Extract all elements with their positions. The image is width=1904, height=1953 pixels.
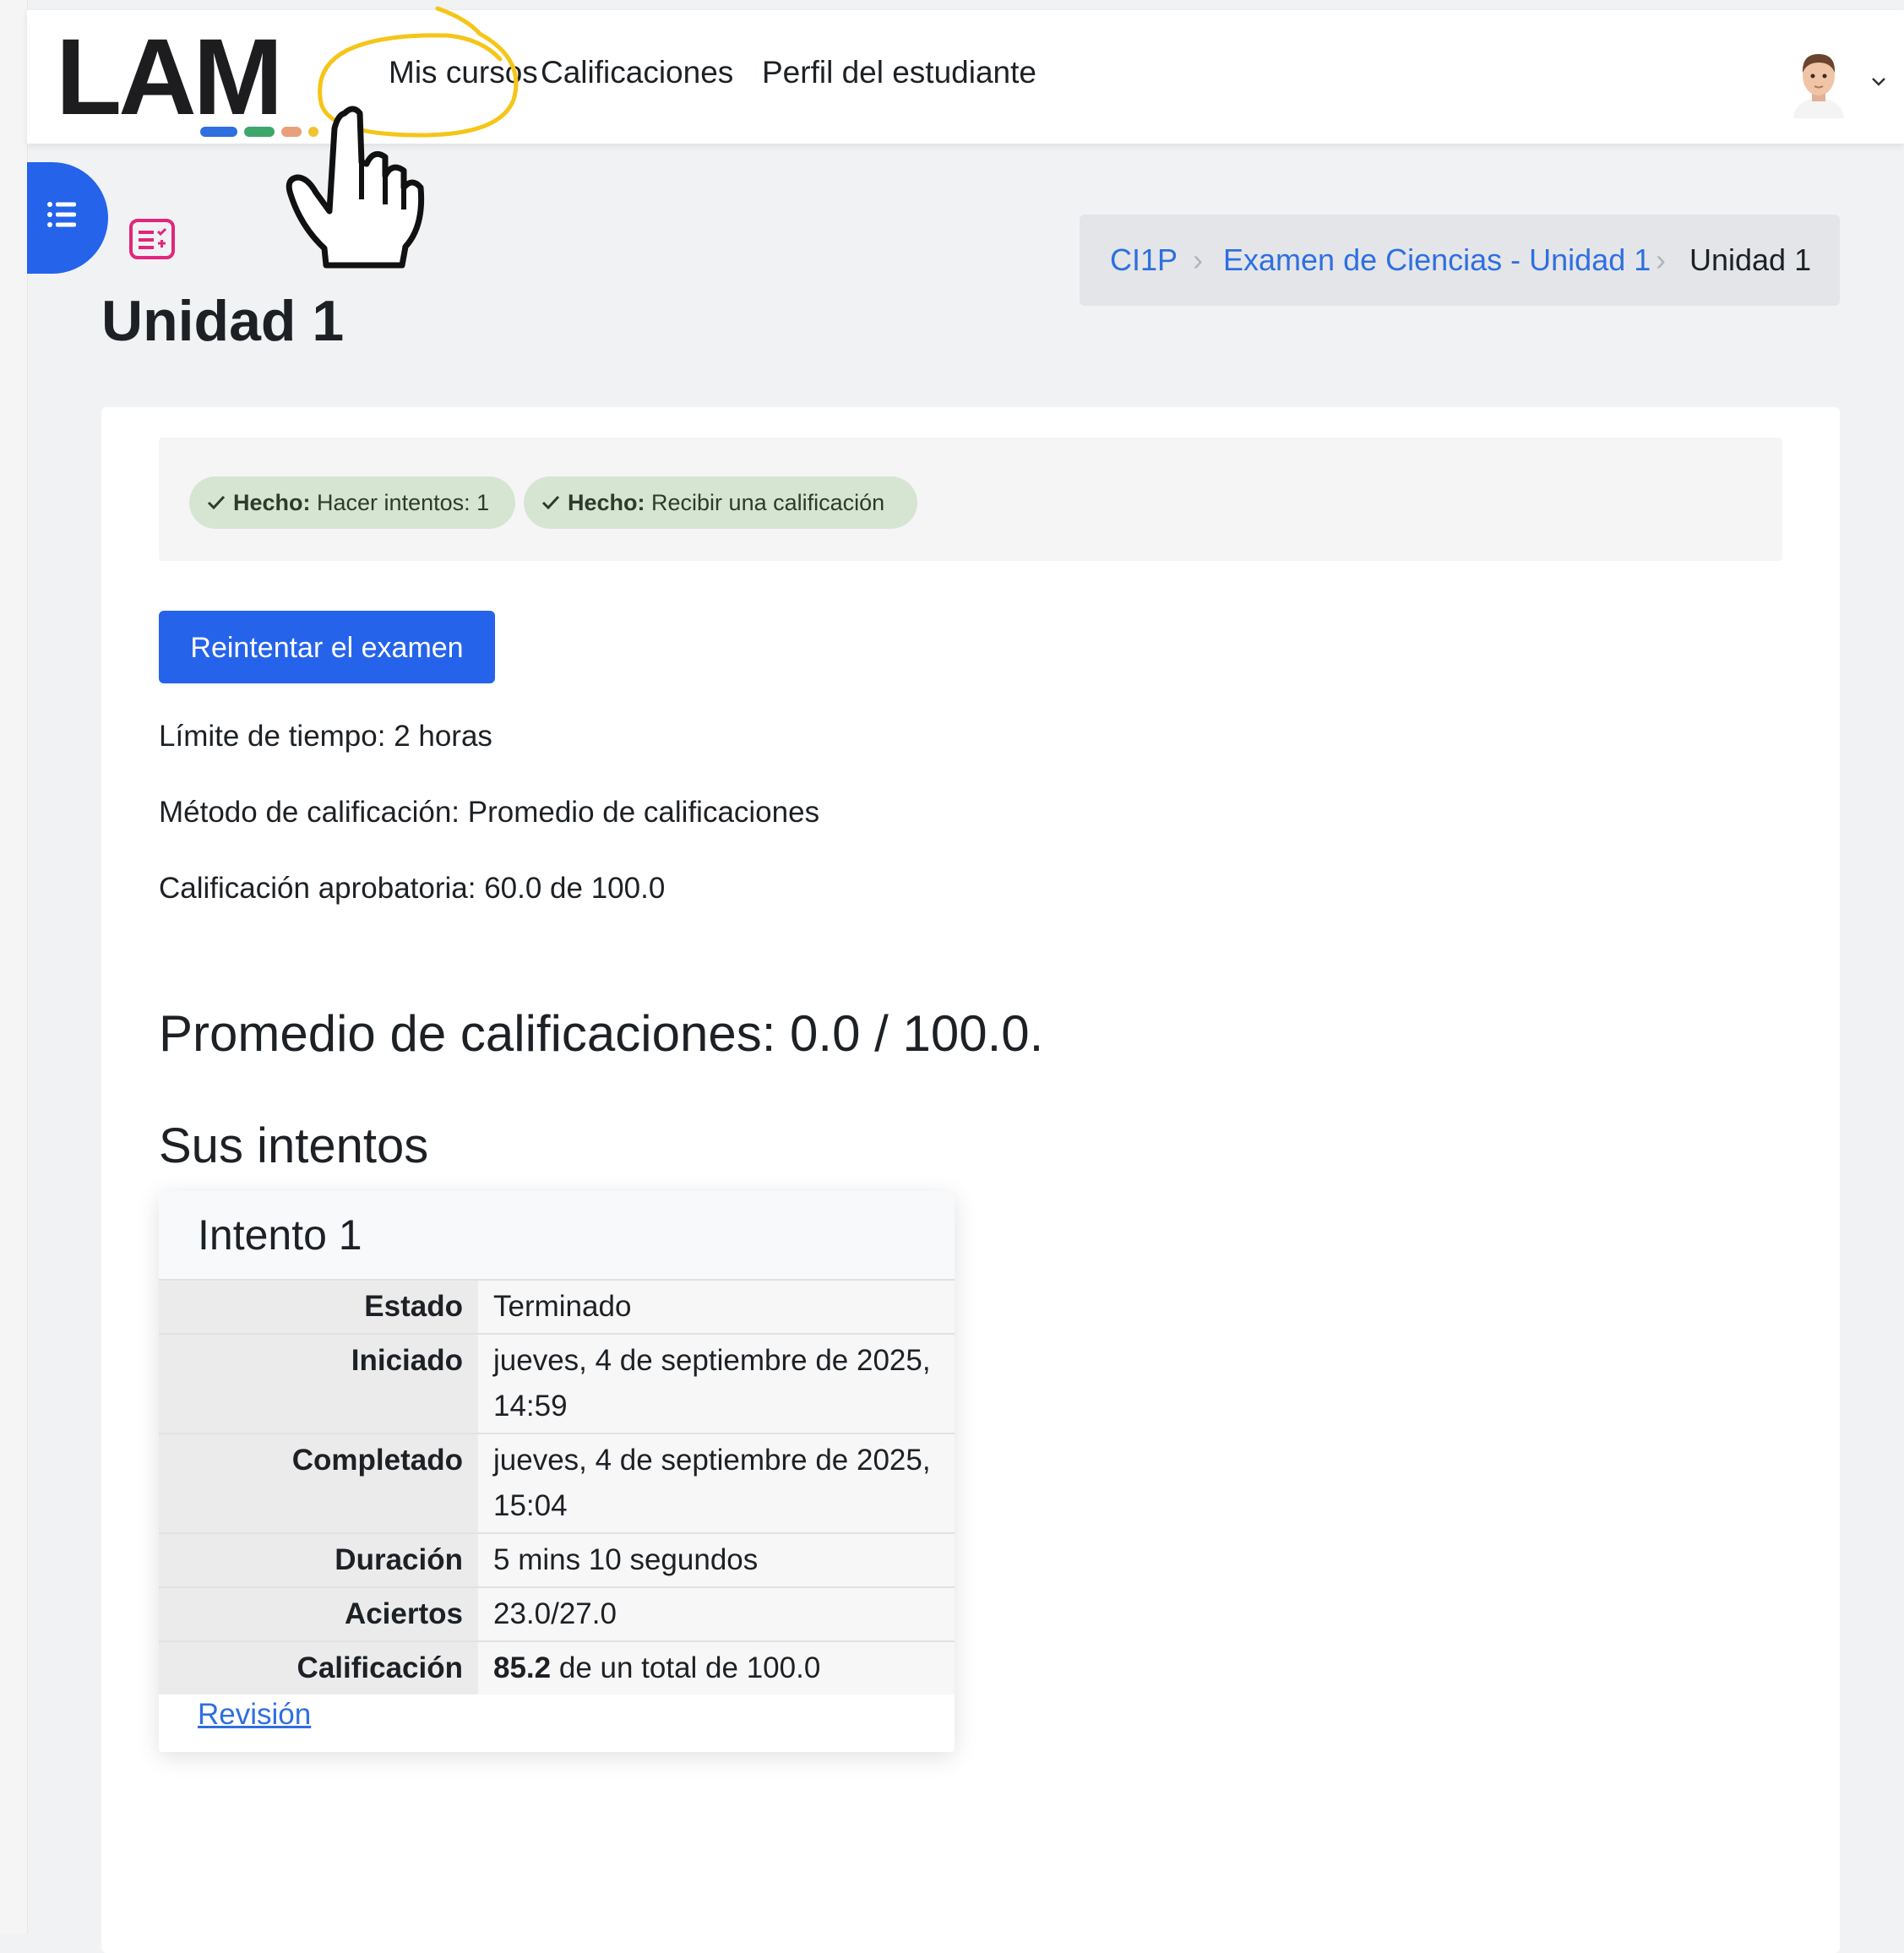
quiz-icon xyxy=(128,218,176,260)
time-limit-text: Límite de tiempo: 2 horas xyxy=(159,720,492,753)
row-value: Terminado xyxy=(478,1279,955,1334)
completion-text: Hacer intentos: 1 xyxy=(317,490,490,515)
table-row: Calificación 85.2 de un total de 100.0 xyxy=(159,1640,955,1695)
row-value: jueves, 4 de septiembre de 2025, 14:59 xyxy=(478,1333,955,1433)
completion-badge-attempts: Hecho: Hacer intentos: 1 xyxy=(189,476,515,529)
breadcrumb-item-course[interactable]: CI1P xyxy=(1110,242,1178,279)
attempts-heading: Sus intentos xyxy=(159,1118,429,1173)
table-row: Iniciado jueves, 4 de septiembre de 2025… xyxy=(159,1333,955,1433)
attempt-title: Intento 1 xyxy=(198,1211,362,1259)
table-row: Aciertos 23.0/27.0 xyxy=(159,1586,955,1641)
row-value: 23.0/27.0 xyxy=(478,1586,955,1641)
completion-text: Recibir una calificación xyxy=(651,490,885,515)
list-icon xyxy=(47,202,76,227)
course-index-toggle-button[interactable] xyxy=(27,162,108,274)
user-avatar[interactable] xyxy=(1788,44,1849,118)
pass-grade-text: Calificación aprobatoria: 60.0 de 100.0 xyxy=(159,872,666,905)
breadcrumb-separator-icon: › xyxy=(1656,242,1666,277)
logo-text: LAM xyxy=(56,17,283,138)
hand-pointer-icon xyxy=(279,100,427,269)
row-label: Aciertos xyxy=(159,1586,478,1641)
nav-item-perfil[interactable]: Perfil del estudiante xyxy=(762,54,1036,91)
row-label: Duración xyxy=(159,1532,478,1587)
average-grade-heading: Promedio de calificaciones: 0.0 / 100.0. xyxy=(159,1005,1044,1062)
row-label: Calificación xyxy=(159,1640,478,1695)
review-link[interactable]: Revisión xyxy=(198,1696,311,1733)
table-row: Completado jueves, 4 de septiembre de 20… xyxy=(159,1433,955,1533)
breadcrumb-item-current: Unidad 1 xyxy=(1689,242,1812,277)
completion-badge-grade: Hecho: Recibir una calificación xyxy=(524,476,917,529)
grading-method-text: Método de calificación: Promedio de cali… xyxy=(159,796,820,829)
attempt-card: Intento 1 Estado Terminado Iniciado juev… xyxy=(159,1191,955,1752)
completion-status: Hecho: xyxy=(233,490,311,515)
row-label: Completado xyxy=(159,1433,478,1533)
breadcrumb-item-section[interactable]: Examen de Ciencias - Unidad 1 xyxy=(1223,242,1651,279)
page-title: Unidad 1 xyxy=(101,289,345,353)
completion-status: Hecho: xyxy=(568,490,645,515)
table-row: Duración 5 mins 10 segundos xyxy=(159,1532,955,1587)
row-value: 85.2 de un total de 100.0 xyxy=(478,1640,955,1695)
row-value: jueves, 4 de septiembre de 2025, 15:04 xyxy=(478,1433,955,1533)
quiz-main-card: Hecho: Hacer intentos: 1 Hecho: Recibir … xyxy=(101,407,1840,1953)
row-value: 5 mins 10 segundos xyxy=(478,1532,955,1587)
attempt-header: Intento 1 xyxy=(159,1191,955,1280)
row-label: Iniciado xyxy=(159,1333,478,1433)
row-label: Estado xyxy=(159,1279,478,1334)
chevron-down-icon[interactable] xyxy=(1869,71,1889,91)
check-icon xyxy=(541,495,560,510)
grade-total: de un total de 100.0 xyxy=(551,1651,821,1684)
left-margin xyxy=(0,0,28,1934)
table-row: Estado Terminado xyxy=(159,1279,955,1334)
breadcrumb: CI1P › Examen de Ciencias - Unidad 1 › U… xyxy=(1080,215,1840,306)
reattempt-quiz-button[interactable]: Reintentar el examen xyxy=(159,611,495,683)
activity-completion-info: Hecho: Hacer intentos: 1 Hecho: Recibir … xyxy=(159,438,1782,561)
nav-item-calificaciones[interactable]: Calificaciones xyxy=(541,54,733,91)
grade-value: 85.2 xyxy=(493,1651,552,1684)
attempt-summary-table: Estado Terminado Iniciado jueves, 4 de s… xyxy=(159,1279,955,1695)
breadcrumb-separator-icon: › xyxy=(1193,242,1203,277)
check-icon xyxy=(207,495,226,510)
nav-item-mis-cursos[interactable]: Mis cursos xyxy=(389,54,538,91)
